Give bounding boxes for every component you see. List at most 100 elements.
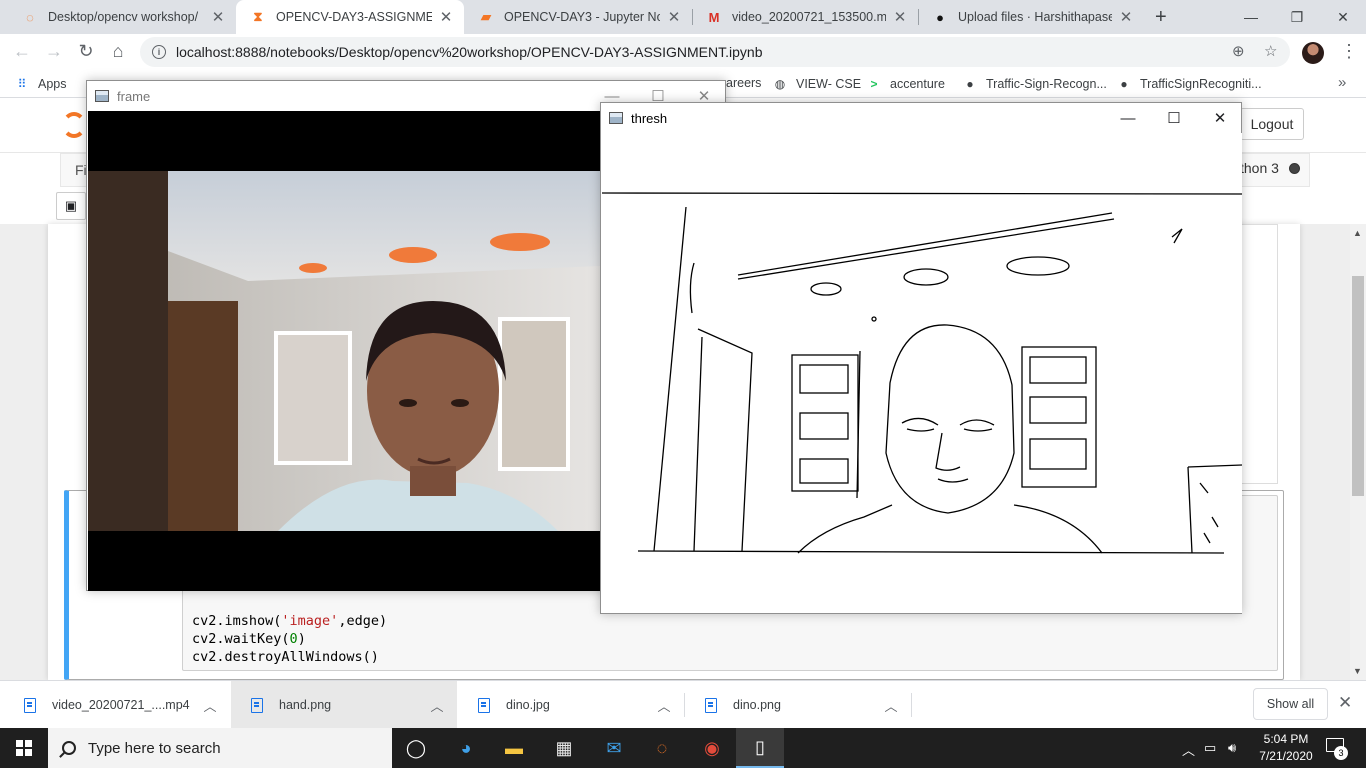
chevron-up-icon[interactable]: ︿ — [644, 696, 684, 715]
page-scrollbar[interactable]: ▲ ▼ — [1350, 224, 1366, 680]
github-icon: ● — [1120, 77, 1128, 91]
code-line: cv2.destroyAllWindows() — [192, 649, 379, 665]
bookmark-accenture[interactable]: > accenture — [866, 76, 944, 92]
close-downloads-button[interactable]: ✕ — [1338, 693, 1352, 713]
opencv-window-taskbar-icon[interactable]: ▯ — [736, 728, 784, 768]
menu-file[interactable]: Fi — [75, 162, 87, 178]
tab-day3-notebook[interactable]: ▰ OPENCV-DAY3 - Jupyter Notebook ✕ — [464, 0, 692, 34]
close-window-button[interactable]: ✕ — [1320, 0, 1366, 34]
task-view-icon[interactable]: ◯ — [392, 728, 440, 768]
jupyter-taskbar-icon[interactable]: ◌ — [638, 728, 686, 768]
bookmark-star-icon[interactable]: ☆ — [1264, 42, 1277, 60]
github-icon: ● — [966, 77, 974, 91]
maximize-icon[interactable]: ☐ — [1151, 103, 1197, 133]
chrome-icon[interactable]: ◉ — [688, 728, 736, 768]
chevron-up-icon[interactable]: ︿ — [871, 696, 911, 715]
mail-icon[interactable]: ✉ — [590, 728, 638, 768]
edge-icon[interactable]: ◕ — [442, 728, 490, 768]
save-button[interactable]: ▣ — [56, 192, 86, 220]
bookmark-label: Traffic-Sign-Recogn... — [986, 77, 1107, 91]
scroll-thumb[interactable] — [1352, 276, 1364, 496]
window-title: thresh — [631, 110, 668, 126]
jupyter-logo[interactable] — [62, 112, 86, 138]
store-icon[interactable]: ▦ — [540, 728, 588, 768]
new-tab-button[interactable]: + — [1155, 6, 1167, 29]
download-item[interactable]: hand.png ︿ — [231, 681, 457, 729]
download-item[interactable]: dino.png ︿ — [685, 681, 911, 729]
minimize-button[interactable]: — — [1228, 0, 1274, 34]
browser-toolbar: ← → ↻ ⌂ i localhost:8888/notebooks/Deskt… — [0, 34, 1366, 70]
home-icon[interactable]: ⌂ — [106, 41, 130, 62]
bookmark-view-cse[interactable]: ◍ VIEW- CSE — [772, 76, 861, 92]
tab-jupyter-home[interactable]: ◌ Desktop/opencv workshop/ ✕ — [8, 0, 236, 34]
show-all-button[interactable]: Show all — [1253, 688, 1328, 720]
download-filename: dino.jpg — [506, 698, 550, 712]
close-icon[interactable]: ✕ — [438, 8, 454, 26]
download-separator — [911, 693, 912, 717]
start-button[interactable] — [0, 728, 48, 768]
tray-chevron-icon[interactable]: ︿ — [1182, 740, 1195, 759]
close-icon[interactable]: ✕ — [210, 8, 226, 26]
download-item[interactable]: dino.jpg ︿ — [458, 681, 684, 729]
bookmark-label: Apps — [38, 77, 67, 91]
minimize-icon[interactable]: — — [1105, 103, 1151, 133]
file-explorer-icon[interactable]: ▬ — [490, 728, 538, 768]
tab-gmail[interactable]: M video_20200721_153500.mp4 - Gmail ✕ — [692, 0, 918, 34]
forward-icon[interactable]: → — [42, 41, 66, 62]
code-text[interactable]: cv2.imshow('image',edge) cv2.waitKey(0) cv… — [192, 612, 387, 666]
zoom-icon[interactable]: ⊕ — [1232, 42, 1245, 60]
bookmark-traffic-sign-1[interactable]: ● Traffic-Sign-Recogn... — [962, 76, 1107, 92]
file-icon — [251, 697, 263, 713]
restore-button[interactable]: ❐ — [1274, 0, 1320, 34]
bookmark-careers[interactable]: areers — [726, 76, 761, 90]
system-clock[interactable]: 5:04 PM 7/21/2020 — [1256, 731, 1316, 765]
window-icon — [609, 112, 623, 124]
thresh-window[interactable]: thresh — ☐ ✕ — [600, 102, 1243, 614]
file-icon — [705, 697, 717, 713]
apps-grid-icon: ⠿ — [17, 77, 27, 91]
clock-date: 7/21/2020 — [1259, 749, 1313, 763]
tab-assignment[interactable]: ⧗ OPENCV-DAY3-ASSIGNMENT ✕ — [236, 0, 464, 34]
reload-icon[interactable]: ↻ — [74, 41, 98, 62]
clock-time: 5:04 PM — [1263, 732, 1309, 746]
chevron-up-icon[interactable]: ︿ — [417, 696, 457, 715]
bookmark-traffic-sign-2[interactable]: ● TrafficSignRecogniti... — [1116, 76, 1261, 92]
volume-icon[interactable]: 🔊︎ — [1228, 740, 1236, 756]
download-item[interactable]: video_20200721_....mp4 ︿ — [4, 681, 230, 729]
scroll-down-icon[interactable]: ▼ — [1353, 666, 1362, 676]
download-filename: dino.png — [733, 698, 781, 712]
close-icon[interactable]: ✕ — [666, 8, 682, 26]
tab-github-upload[interactable]: ● Upload files · Harshithapasem/ ✕ — [918, 0, 1144, 34]
logout-button[interactable]: Logout — [1240, 108, 1304, 140]
url-text: localhost:8888/notebooks/Desktop/opencv%… — [176, 44, 763, 60]
download-filename: video_20200721_....mp4 — [52, 698, 190, 712]
taskbar-search[interactable]: Type here to search — [48, 728, 392, 768]
kernel-status-icon — [1288, 162, 1300, 174]
bookmark-label: areers — [726, 76, 762, 90]
tab-title: OPENCV-DAY3-ASSIGNMENT — [276, 10, 432, 24]
tab-title: Desktop/opencv workshop/ — [48, 10, 199, 24]
close-icon[interactable]: ✕ — [1118, 8, 1134, 26]
floppy-disk-icon: ▣ — [64, 198, 78, 213]
chrome-menu-icon[interactable]: ⋮ — [1340, 41, 1358, 62]
back-icon[interactable]: ← — [10, 41, 34, 62]
search-placeholder: Type here to search — [88, 739, 221, 757]
site-info-icon[interactable]: i — [152, 45, 166, 59]
more-bookmarks-button[interactable]: » — [1338, 74, 1346, 91]
close-icon[interactable]: ✕ — [1197, 103, 1243, 133]
chevron-up-icon[interactable]: ︿ — [190, 696, 230, 715]
scroll-up-icon[interactable]: ▲ — [1353, 228, 1362, 238]
bookmark-apps[interactable]: ⠿ Apps — [14, 76, 67, 92]
jupyter-icon: ◌ — [26, 9, 34, 25]
address-bar[interactable]: i localhost:8888/notebooks/Desktop/openc… — [140, 37, 1290, 67]
battery-icon[interactable]: ▭ — [1204, 740, 1216, 756]
close-icon[interactable]: ✕ — [892, 8, 908, 26]
avatar[interactable] — [1302, 42, 1324, 64]
edge-image — [601, 133, 1243, 613]
edge-drawing — [601, 192, 1243, 554]
browser-tab-strip: ◌ Desktop/opencv workshop/ ✕ ⧗ OPENCV-DA… — [0, 0, 1366, 34]
kernel-indicator: thon 3 — [1240, 160, 1300, 176]
windows-logo-icon — [16, 740, 32, 756]
tab-title: Upload files · Harshithapasem/ — [958, 10, 1112, 24]
notebook-icon: ▰ — [481, 9, 491, 24]
